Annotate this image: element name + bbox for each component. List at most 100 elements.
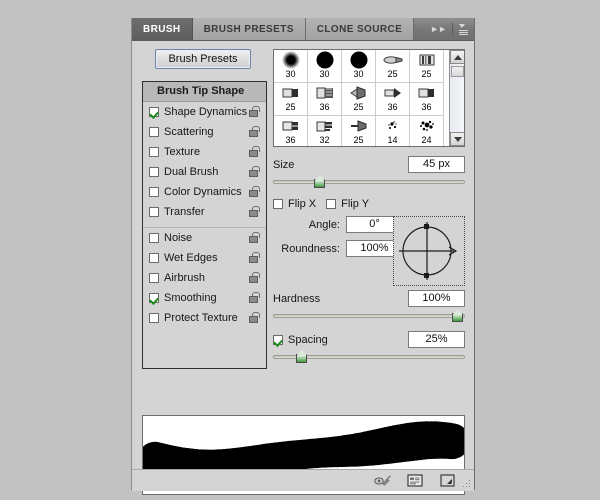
brush-option-label: Scattering (164, 126, 214, 138)
brush-option-checkbox[interactable] (149, 187, 159, 197)
brush-preset-cell[interactable]: 30 (308, 50, 342, 83)
lock-icon[interactable] (249, 166, 260, 177)
header-divider (452, 23, 453, 35)
brush-preset-cell[interactable]: 36 (376, 83, 410, 116)
brush-option-row[interactable]: Airbrush (143, 268, 266, 288)
brush-preset-cell[interactable]: 36 (410, 83, 444, 116)
brush-option-row[interactable]: Smoothing (143, 288, 266, 308)
scroll-down-arrow-icon[interactable] (450, 132, 464, 146)
angle-label: Angle: (308, 218, 340, 231)
brush-option-checkbox[interactable] (149, 253, 159, 263)
scrollbar-thumb[interactable] (451, 66, 464, 77)
size-slider[interactable] (273, 175, 465, 189)
hardness-slider-track[interactable] (273, 314, 465, 318)
lock-icon[interactable] (249, 126, 260, 137)
spacing-slider[interactable] (273, 350, 465, 364)
brush-option-checkbox[interactable] (149, 107, 159, 117)
brush-option-row[interactable]: Wet Edges (143, 248, 266, 268)
brush-option-row[interactable]: Scattering (143, 122, 266, 142)
lock-icon[interactable] (249, 312, 260, 323)
brush-preset-cell[interactable]: 36 (274, 116, 308, 146)
brush-preset-cell[interactable]: 24 (410, 116, 444, 146)
brush-preset-cell[interactable]: 14 (376, 116, 410, 146)
lock-icon[interactable] (249, 292, 260, 303)
size-slider-thumb[interactable] (314, 175, 327, 189)
flip-y-checkbox[interactable]: Flip Y (326, 198, 369, 210)
brush-preset-cell[interactable]: 25 (410, 50, 444, 83)
spacing-input[interactable]: 25% (408, 331, 465, 348)
angle-roundness-area: Angle: 0° Roundness: 100% (273, 216, 465, 288)
brush-option-checkbox[interactable] (149, 167, 159, 177)
double-chevron-right-icon[interactable]: ►► (430, 24, 447, 34)
panel-header-controls: ►► (424, 18, 474, 40)
tab-brush-presets[interactable]: BRUSH PRESETS (192, 18, 306, 40)
toggle-brush-preview-icon[interactable] (374, 473, 392, 488)
brush-preset-cell[interactable]: 30 (274, 50, 308, 83)
brush-option-checkbox[interactable] (149, 207, 159, 217)
brush-preset-cell[interactable]: 25 (342, 116, 376, 146)
brush-option-checkbox[interactable] (149, 147, 159, 157)
brush-preset-size: 25 (285, 102, 296, 112)
brush-preset-cell[interactable]: 25 (342, 83, 376, 116)
brush-tip-icon (382, 116, 404, 136)
preset-manager-icon[interactable] (406, 473, 424, 488)
brush-settings-column: 30 30 30 25 25 25 36 25 36 36 36 32 25 14 24 Size 45 p… (273, 49, 465, 363)
brush-option-checkbox[interactable] (149, 127, 159, 137)
tab-brush[interactable]: BRUSH (132, 18, 193, 40)
hardness-input[interactable]: 100% (408, 290, 465, 307)
brush-preset-size: 36 (285, 135, 296, 145)
brush-option-checkbox[interactable] (149, 233, 159, 243)
lock-icon[interactable] (249, 272, 260, 283)
tab-clone-source[interactable]: CLONE SOURCE (305, 18, 415, 40)
lock-icon[interactable] (249, 232, 260, 243)
brush-preset-grid[interactable]: 30 30 30 25 25 25 36 25 36 36 36 32 25 14 24 (273, 49, 465, 147)
scroll-up-arrow-icon[interactable] (450, 50, 464, 64)
brush-preset-cell[interactable]: 32 (308, 116, 342, 146)
hardness-slider[interactable] (273, 309, 465, 323)
brush-option-row[interactable]: Shape Dynamics (143, 102, 266, 122)
brush-option-row[interactable]: Color Dynamics (143, 182, 266, 202)
brush-preset-cell[interactable]: 30 (342, 50, 376, 83)
brush-option-label: Texture (164, 146, 201, 158)
brush-option-row[interactable]: Noise (143, 227, 266, 248)
panel-footer (132, 469, 474, 491)
spacing-slider-thumb[interactable] (296, 350, 309, 364)
brush-presets-button[interactable]: Brush Presets (155, 49, 251, 69)
hardness-slider-thumb[interactable] (452, 309, 465, 323)
brush-option-row[interactable]: Transfer (143, 202, 266, 222)
brush-preset-size: 36 (319, 102, 330, 112)
preset-grid-scrollbar[interactable] (449, 50, 464, 146)
lock-icon[interactable] (249, 206, 260, 217)
angle-roundness-preview[interactable] (393, 216, 465, 286)
brush-option-checkbox[interactable] (149, 313, 159, 323)
brush-tip-shape-header[interactable]: Brush Tip Shape (143, 82, 266, 102)
flip-y-label: Flip Y (341, 198, 370, 210)
brush-tip-icon (382, 50, 404, 70)
brush-option-checkbox[interactable] (149, 273, 159, 283)
brush-option-row[interactable]: Texture (143, 142, 266, 162)
lock-icon[interactable] (249, 146, 260, 157)
flip-x-checkbox[interactable]: Flip X (273, 198, 316, 210)
size-input[interactable]: 45 px (408, 156, 465, 173)
brush-option-label: Smoothing (164, 292, 217, 304)
brush-option-label: Transfer (164, 206, 205, 218)
panel-menu-icon[interactable] (459, 23, 468, 35)
brush-preset-cell[interactable]: 25 (274, 83, 308, 116)
lock-icon[interactable] (249, 186, 260, 197)
panel-resize-grip[interactable] (463, 480, 471, 488)
brush-preset-cell[interactable]: 36 (308, 83, 342, 116)
brush-preset-cell[interactable]: 25 (376, 50, 410, 83)
brush-tip-icon (416, 50, 438, 70)
size-slider-track[interactable] (273, 180, 465, 184)
new-brush-icon[interactable] (438, 473, 456, 488)
spacing-checkbox[interactable]: Spacing (273, 334, 328, 346)
brush-tip-icon (280, 83, 302, 103)
lock-icon[interactable] (249, 106, 260, 117)
flip-y-checkbox-box (326, 199, 337, 209)
panel-tab-bar: BRUSH BRUSH PRESETS CLONE SOURCE ►► (132, 18, 474, 41)
lock-icon[interactable] (249, 252, 260, 263)
brush-option-row[interactable]: Dual Brush (143, 162, 266, 182)
brush-option-checkbox[interactable] (149, 293, 159, 303)
brush-option-row[interactable]: Protect Texture (143, 308, 266, 328)
hardness-row: Hardness 100% (273, 290, 465, 307)
